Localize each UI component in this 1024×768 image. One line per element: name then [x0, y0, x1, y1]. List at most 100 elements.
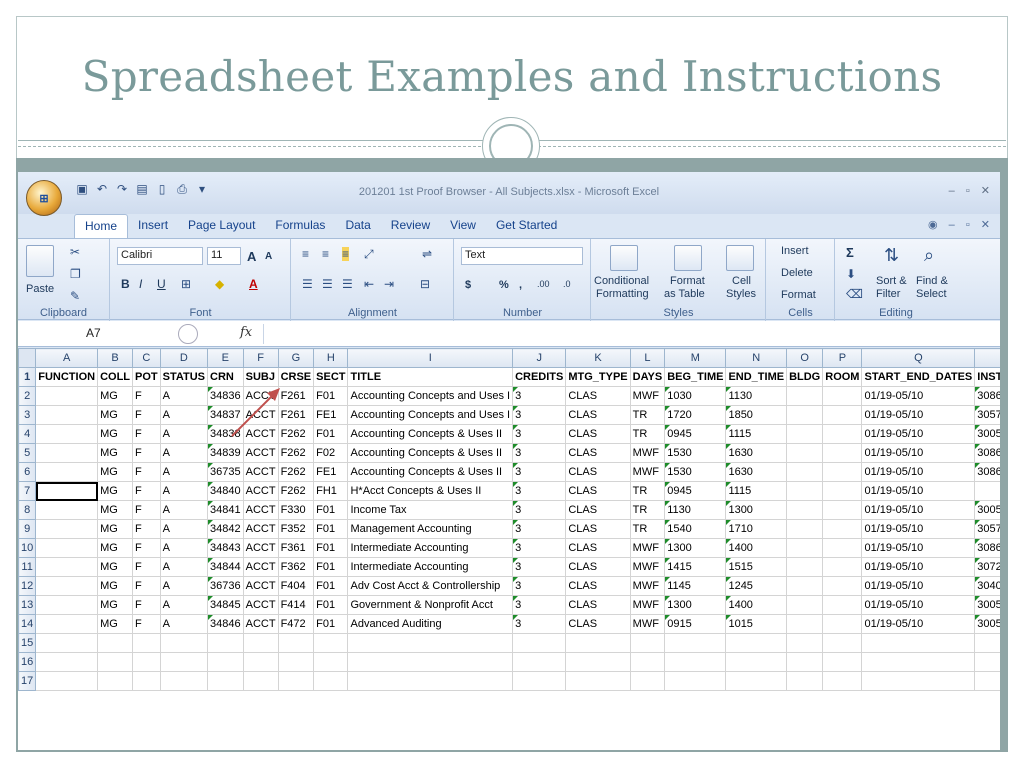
cell[interactable]: F02	[313, 443, 349, 463]
cell[interactable]	[565, 671, 631, 691]
cell[interactable]	[786, 633, 824, 653]
align-center-icon[interactable]: ☰	[322, 277, 333, 291]
cell[interactable]: 30055626	[974, 500, 1000, 520]
cell[interactable]: 1415	[664, 557, 727, 577]
cell[interactable]: 3	[512, 557, 567, 577]
cell[interactable]: 1115	[725, 481, 788, 501]
cell[interactable]	[132, 633, 161, 653]
cell[interactable]	[822, 595, 863, 615]
cell[interactable]: ACCT	[242, 405, 279, 425]
cell[interactable]: ACCT	[242, 557, 279, 577]
cell[interactable]: MTG_TYPE	[565, 367, 631, 387]
cell[interactable]	[786, 557, 824, 577]
cell[interactable]: 30573166	[974, 519, 1000, 539]
cell[interactable]: FE1	[313, 405, 349, 425]
cell[interactable]	[35, 538, 99, 558]
cell[interactable]: F01	[313, 500, 349, 520]
cell[interactable]: 01/19-05/10	[861, 519, 976, 539]
delete-cells-button[interactable]: Delete	[781, 267, 813, 279]
conditional-formatting-icon[interactable]	[610, 245, 638, 271]
cell[interactable]	[97, 652, 134, 672]
cell[interactable]: 36736	[207, 576, 244, 596]
cell[interactable]	[35, 443, 99, 463]
number-format-select[interactable]: Text	[461, 247, 583, 265]
cell[interactable]	[35, 671, 99, 691]
comma-button[interactable]: ,	[519, 279, 522, 291]
cell[interactable]: CLAS	[565, 614, 631, 634]
cell[interactable]: POT	[132, 367, 161, 387]
tab-formulas[interactable]: Formulas	[265, 214, 335, 238]
cell[interactable]: ACCT	[242, 424, 279, 444]
cell[interactable]	[822, 386, 863, 406]
cell[interactable]: A	[159, 386, 209, 406]
cell[interactable]: COLL	[97, 367, 134, 387]
column-header-o[interactable]: O	[786, 348, 824, 368]
cell[interactable]: CLAS	[565, 519, 631, 539]
cell[interactable]	[786, 462, 824, 482]
row-header[interactable]: 5	[18, 443, 37, 463]
cell[interactable]: TR	[629, 481, 666, 501]
row-header[interactable]: 10	[18, 538, 37, 558]
cell[interactable]: MG	[97, 462, 134, 482]
column-header-r[interactable]: R	[974, 348, 1000, 368]
cell[interactable]: MWF	[629, 557, 666, 577]
cell[interactable]: F404	[277, 576, 315, 596]
cell[interactable]: 1540	[664, 519, 727, 539]
cell[interactable]: F262	[277, 424, 315, 444]
cell[interactable]: 30058422	[974, 595, 1000, 615]
row-header[interactable]: 17	[18, 671, 37, 691]
cell[interactable]: F352	[277, 519, 315, 539]
cell[interactable]	[861, 633, 976, 653]
column-header-h[interactable]: H	[313, 348, 349, 368]
format-as-table-icon[interactable]	[674, 245, 702, 271]
cell[interactable]: SECT	[313, 367, 349, 387]
cell[interactable]: A	[159, 614, 209, 634]
cell[interactable]: F	[132, 386, 161, 406]
cell[interactable]: MWF	[629, 462, 666, 482]
cell[interactable]: CLAS	[565, 443, 631, 463]
column-header-a[interactable]: A	[35, 348, 99, 368]
column-header-e[interactable]: E	[207, 348, 244, 368]
cell[interactable]: Accounting Concepts & Uses II	[347, 424, 514, 444]
sort-filter-icon[interactable]: ⇅	[884, 245, 899, 266]
cell[interactable]: MG	[97, 538, 134, 558]
find-select-button-line2[interactable]: Select	[916, 288, 947, 300]
cell[interactable]: MWF	[629, 386, 666, 406]
cell[interactable]	[629, 633, 666, 653]
cell[interactable]: ACCT	[242, 443, 279, 463]
cell[interactable]	[565, 633, 631, 653]
cell-styles-icon[interactable]	[726, 245, 754, 271]
cell[interactable]	[786, 576, 824, 596]
cell[interactable]: A	[159, 481, 209, 501]
cell[interactable]: 01/19-05/10	[861, 595, 976, 615]
cell[interactable]	[313, 652, 349, 672]
cell[interactable]	[664, 652, 727, 672]
formula-cancel-icon[interactable]	[178, 324, 198, 344]
cell[interactable]: F362	[277, 557, 315, 577]
cell[interactable]	[207, 671, 244, 691]
cell[interactable]: F262	[277, 481, 315, 501]
cell[interactable]	[277, 633, 315, 653]
cell[interactable]: MWF	[629, 614, 666, 634]
cell[interactable]	[822, 443, 863, 463]
cell[interactable]: F	[132, 595, 161, 615]
row-header[interactable]: 11	[18, 557, 37, 577]
column-header-p[interactable]: P	[822, 348, 863, 368]
cell[interactable]	[664, 671, 727, 691]
cell[interactable]: ACCT	[242, 595, 279, 615]
cell[interactable]: Intermediate Accounting	[347, 557, 514, 577]
cell[interactable]	[347, 671, 514, 691]
cell[interactable]: TR	[629, 424, 666, 444]
cell[interactable]: 30866538	[974, 462, 1000, 482]
cell[interactable]	[786, 386, 824, 406]
cell[interactable]	[725, 652, 788, 672]
cell[interactable]: Accounting Concepts & Uses II	[347, 443, 514, 463]
cell[interactable]: A	[159, 405, 209, 425]
cell[interactable]	[132, 652, 161, 672]
cell[interactable]	[35, 557, 99, 577]
cell[interactable]: 36735	[207, 462, 244, 482]
cell[interactable]	[242, 633, 279, 653]
column-header-l[interactable]: L	[629, 348, 666, 368]
cell[interactable]: F01	[313, 576, 349, 596]
cell[interactable]: 0945	[664, 481, 727, 501]
